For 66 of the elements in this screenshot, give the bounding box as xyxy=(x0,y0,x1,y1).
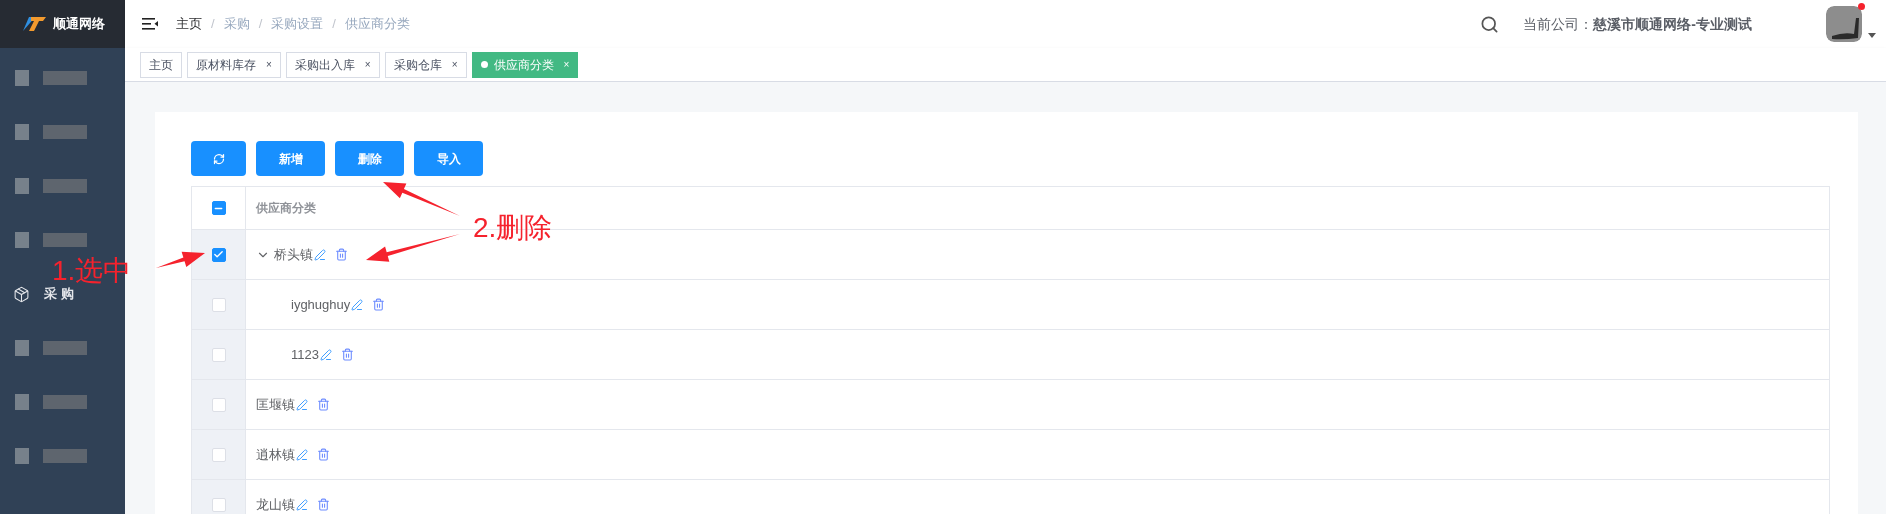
tab[interactable]: 采购仓库 × xyxy=(384,51,467,78)
blurred-icon xyxy=(15,70,29,86)
edit-icon[interactable] xyxy=(314,248,326,261)
blurred-icon xyxy=(15,178,29,194)
company-label: 当前公司： xyxy=(1523,14,1594,34)
refresh-button[interactable] xyxy=(191,141,246,176)
tab[interactable]: 原材料库存 × xyxy=(187,51,281,78)
package-icon xyxy=(13,285,30,303)
delete-icon[interactable] xyxy=(317,498,330,511)
delete-icon[interactable] xyxy=(317,448,330,461)
menu-item[interactable]: 采 购 xyxy=(0,283,125,305)
caret-icon[interactable] xyxy=(1868,33,1876,38)
blurred-label xyxy=(43,449,87,463)
blurred-icon xyxy=(15,340,29,356)
blurred-label xyxy=(43,341,87,355)
blurred-icon xyxy=(15,232,29,248)
blurred-icon xyxy=(15,124,29,140)
breadcrumb-item: 供应商分类 xyxy=(344,15,410,34)
arrow xyxy=(156,251,205,268)
blurred-label xyxy=(43,71,87,85)
tab-label: 采购出入库 xyxy=(294,56,355,74)
blurred-label xyxy=(43,395,87,409)
blurred-label xyxy=(43,233,87,247)
category-name: iyghughuy xyxy=(291,295,351,314)
blurred-icon xyxy=(15,394,29,410)
check-icon xyxy=(213,249,224,260)
search-icon[interactable] xyxy=(1480,14,1500,34)
close-icon[interactable]: × xyxy=(266,57,272,72)
edit-icon[interactable] xyxy=(296,398,308,411)
edit-icon[interactable] xyxy=(319,348,332,361)
breadcrumb-item[interactable]: 主页 xyxy=(176,14,202,34)
delete-icon[interactable] xyxy=(340,348,354,361)
company-name: 慈溪市顺通网络-专业测试 xyxy=(1593,14,1752,34)
checkbox[interactable] xyxy=(211,201,226,215)
column-header: 供应商分类 xyxy=(256,200,316,217)
category-name: 匡堰镇 xyxy=(256,395,295,414)
tab[interactable]: 采购出入库 × xyxy=(285,51,380,78)
category-name: 龙山镇 xyxy=(256,495,295,514)
annotation-text: 2.删除 xyxy=(473,214,553,242)
delete-icon[interactable] xyxy=(317,398,330,411)
tab-label: 供应商分类 xyxy=(493,56,554,74)
menu-icon[interactable] xyxy=(142,17,158,31)
blurred-icon xyxy=(15,448,29,464)
checkbox[interactable] xyxy=(211,247,226,262)
category-name: 逍林镇 xyxy=(256,445,295,464)
close-icon[interactable]: × xyxy=(364,57,371,72)
blurred-label xyxy=(43,179,87,193)
logo-text: 顺通网络 xyxy=(52,15,105,34)
tab-label: 主页 xyxy=(149,56,173,74)
delete-icon[interactable] xyxy=(335,248,348,261)
refresh-icon xyxy=(212,152,225,165)
tab-label: 原材料库存 xyxy=(196,56,256,74)
avatar[interactable] xyxy=(1826,6,1862,42)
edit-icon[interactable] xyxy=(296,498,308,511)
blurred-label xyxy=(43,125,87,139)
breadcrumb-separator: / xyxy=(211,15,215,34)
edit-icon[interactable] xyxy=(296,448,308,461)
breadcrumb-separator: / xyxy=(258,15,263,34)
tab[interactable]: 主页 xyxy=(140,51,182,78)
edit-icon[interactable] xyxy=(351,298,364,311)
close-icon[interactable]: × xyxy=(451,57,458,72)
category-name: 桥头镇 xyxy=(274,245,313,264)
category-name: 1123 xyxy=(291,345,319,364)
breadcrumb-separator: / xyxy=(332,15,336,34)
tab-label: 采购仓库 xyxy=(393,56,442,74)
delete-icon[interactable] xyxy=(372,298,386,311)
